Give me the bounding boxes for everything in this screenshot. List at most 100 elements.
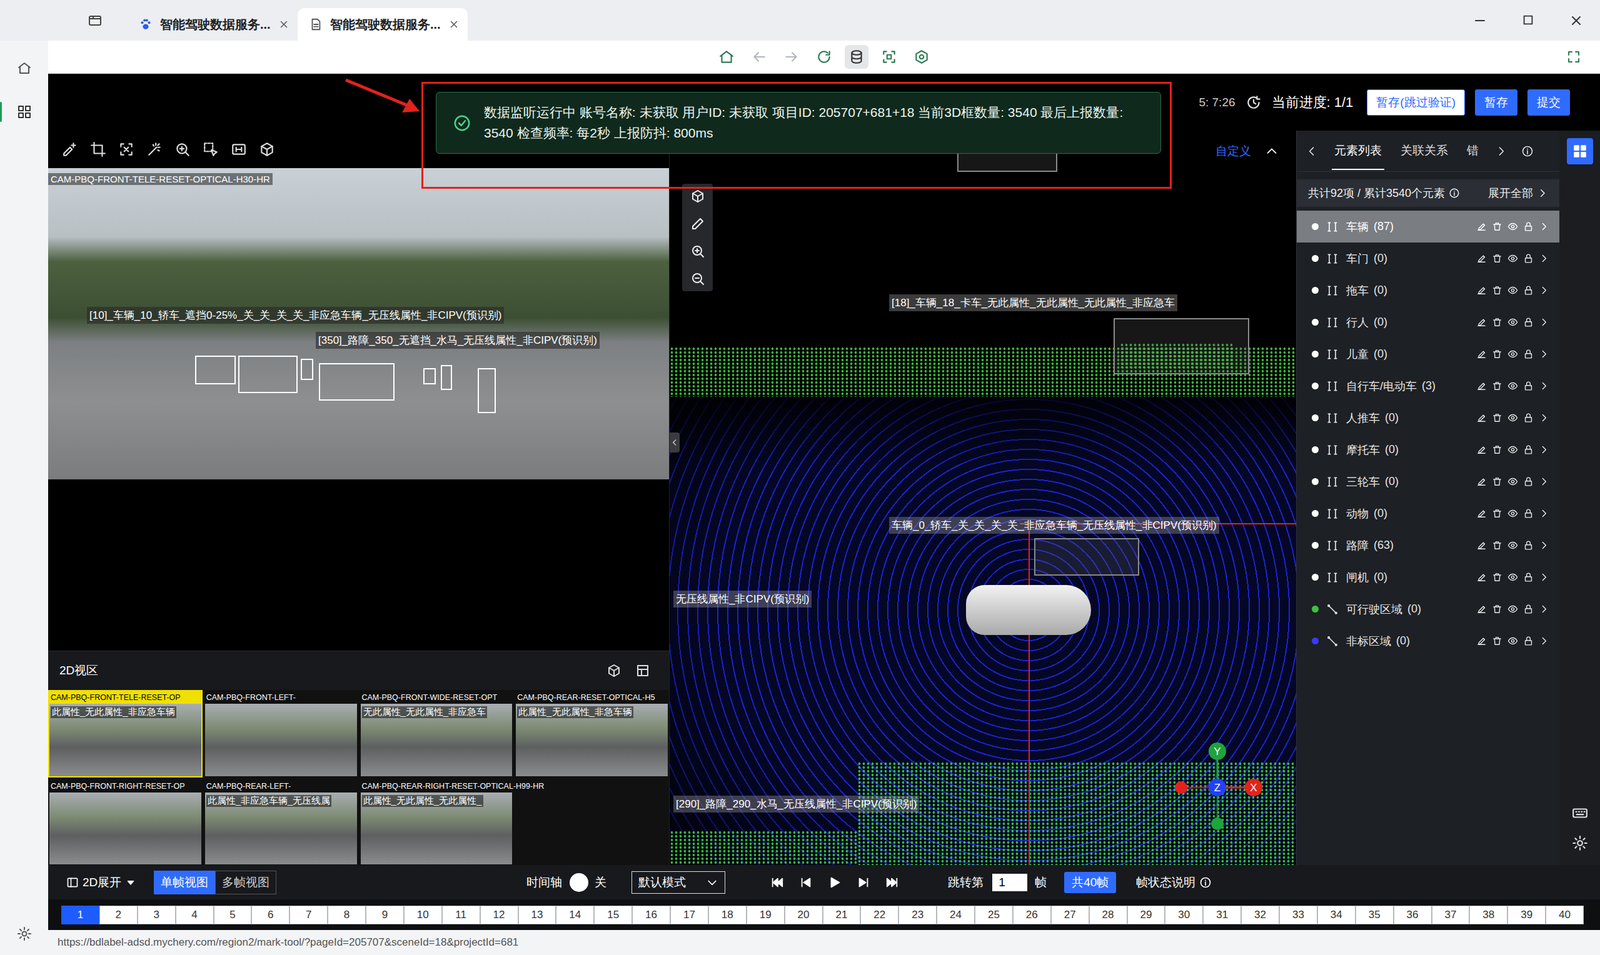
frame-cell[interactable]: 31 bbox=[1202, 905, 1242, 925]
frame-cell[interactable]: 8 bbox=[327, 905, 366, 925]
header-button[interactable]: 提交 bbox=[1527, 89, 1570, 116]
timeline-toggle[interactable] bbox=[569, 873, 589, 893]
camera-thumbnail[interactable]: CAM-PBQ-FRONT-TELE-RESET-OP 此属性_无此属性_非应急… bbox=[48, 690, 203, 778]
row-action[interactable] bbox=[1507, 476, 1519, 488]
row-action[interactable] bbox=[1538, 285, 1550, 296]
element-row[interactable]: 儿童 (0) bbox=[1296, 338, 1560, 371]
tool-button[interactable] bbox=[690, 243, 706, 259]
3d-box[interactable] bbox=[1034, 538, 1140, 576]
frame-cell[interactable]: 32 bbox=[1241, 905, 1280, 925]
row-action[interactable] bbox=[1523, 508, 1534, 519]
settings-button[interactable] bbox=[1571, 835, 1589, 852]
frame-cell[interactable]: 36 bbox=[1393, 905, 1432, 925]
frame-cell[interactable]: 17 bbox=[670, 905, 709, 925]
toolbar-button[interactable] bbox=[714, 45, 739, 69]
playback-button[interactable] bbox=[799, 875, 813, 890]
tab-close[interactable] bbox=[278, 18, 290, 31]
row-action[interactable] bbox=[1523, 316, 1534, 328]
3d-box[interactable] bbox=[1113, 318, 1250, 375]
row-action[interactable] bbox=[1491, 635, 1503, 647]
row-action[interactable] bbox=[1491, 476, 1503, 488]
row-action[interactable] bbox=[1538, 380, 1550, 392]
frame-cell[interactable]: 6 bbox=[251, 905, 290, 925]
frame-cell[interactable]: 4 bbox=[175, 905, 214, 925]
frame-cell[interactable]: 5 bbox=[213, 905, 252, 925]
minimize-button[interactable] bbox=[1472, 13, 1488, 29]
frame-cell[interactable]: 38 bbox=[1469, 905, 1508, 925]
row-action[interactable] bbox=[1538, 253, 1550, 264]
bounding-box[interactable] bbox=[300, 358, 314, 381]
expand-all[interactable]: 展开全部 bbox=[1488, 185, 1549, 201]
row-action[interactable] bbox=[1507, 572, 1519, 583]
frame-cell[interactable]: 35 bbox=[1355, 905, 1394, 925]
frame-cell[interactable]: 15 bbox=[593, 905, 633, 925]
tabs-prev[interactable] bbox=[1305, 145, 1319, 158]
playback-button[interactable] bbox=[856, 875, 871, 890]
shortcut-button[interactable] bbox=[1571, 805, 1589, 822]
row-action[interactable] bbox=[1523, 476, 1534, 488]
camera-image[interactable]: CAM-PBQ-FRONT-TELE-RESET-OPTICAL-H30-HR … bbox=[48, 168, 670, 480]
camera-thumbnail[interactable]: CAM-PBQ-REAR-RIGHT-RESET-OPTICAL-H99-HR … bbox=[359, 779, 514, 867]
row-action[interactable] bbox=[1523, 253, 1534, 264]
frame-input[interactable]: 1 bbox=[992, 874, 1028, 892]
row-action[interactable] bbox=[1476, 476, 1487, 488]
row-action[interactable] bbox=[1476, 316, 1487, 328]
sidebar-item[interactable] bbox=[14, 101, 35, 122]
tabs-next[interactable] bbox=[1494, 145, 1508, 158]
row-action[interactable] bbox=[1476, 540, 1487, 551]
row-action[interactable] bbox=[1507, 380, 1519, 392]
element-row[interactable]: 可行驶区域 (0) bbox=[1296, 593, 1560, 626]
row-action[interactable] bbox=[1507, 221, 1519, 232]
tool-button[interactable] bbox=[146, 141, 163, 158]
frame-cell[interactable]: 10 bbox=[403, 905, 443, 925]
frame-cell[interactable]: 28 bbox=[1089, 905, 1128, 925]
tool-button[interactable] bbox=[230, 141, 247, 158]
panel-tab[interactable]: 关联关系 bbox=[1398, 132, 1451, 171]
row-action[interactable] bbox=[1538, 412, 1550, 424]
row-action[interactable] bbox=[1523, 572, 1534, 583]
panel-tab[interactable]: 错 bbox=[1464, 132, 1482, 171]
tool-button[interactable] bbox=[202, 141, 219, 158]
bounding-box[interactable] bbox=[440, 365, 453, 391]
browser-tab[interactable]: 智能驾驶数据服务... bbox=[297, 8, 468, 41]
frame-cell[interactable]: 21 bbox=[822, 905, 861, 925]
row-action[interactable] bbox=[1491, 221, 1503, 232]
mode-select[interactable]: 默认模式 bbox=[631, 871, 726, 895]
toolbar-button[interactable] bbox=[779, 45, 804, 69]
row-action[interactable] bbox=[1538, 540, 1550, 551]
row-action[interactable] bbox=[1538, 572, 1550, 583]
tabs-button[interactable] bbox=[87, 13, 103, 29]
frame-cell[interactable]: 3 bbox=[137, 905, 176, 925]
bounding-box[interactable] bbox=[423, 368, 436, 385]
row-action[interactable] bbox=[1491, 540, 1503, 551]
playback-button[interactable] bbox=[770, 875, 785, 890]
close-button[interactable] bbox=[1568, 13, 1584, 29]
row-action[interactable] bbox=[1476, 380, 1487, 392]
row-action[interactable] bbox=[1538, 221, 1550, 232]
playback-button[interactable] bbox=[827, 875, 842, 890]
row-action[interactable] bbox=[1523, 603, 1534, 615]
view-button[interactable] bbox=[635, 663, 651, 679]
row-action[interactable] bbox=[1491, 380, 1503, 392]
row-action[interactable] bbox=[1523, 348, 1534, 360]
row-action[interactable] bbox=[1476, 635, 1487, 647]
row-action[interactable] bbox=[1491, 572, 1503, 583]
row-action[interactable] bbox=[1491, 285, 1503, 296]
row-action[interactable] bbox=[1507, 316, 1519, 328]
element-row[interactable]: 动物 (0) bbox=[1296, 497, 1560, 530]
sidebar-item[interactable] bbox=[14, 58, 35, 79]
row-action[interactable] bbox=[1523, 540, 1534, 551]
row-action[interactable] bbox=[1491, 603, 1503, 615]
row-action[interactable] bbox=[1538, 508, 1550, 519]
frame-cell[interactable]: 7 bbox=[289, 905, 328, 925]
camera-thumbnail[interactable]: CAM-PBQ-FRONT-RIGHT-RESET-OP bbox=[48, 779, 203, 867]
collapse-handle[interactable] bbox=[669, 432, 680, 453]
frame-cell[interactable]: 9 bbox=[365, 905, 404, 925]
row-action[interactable] bbox=[1476, 572, 1487, 583]
info-button[interactable] bbox=[1521, 145, 1534, 158]
frame-cell[interactable]: 40 bbox=[1545, 905, 1584, 925]
row-action[interactable] bbox=[1476, 444, 1487, 456]
row-action[interactable] bbox=[1538, 348, 1550, 360]
row-action[interactable] bbox=[1476, 348, 1487, 360]
row-action[interactable] bbox=[1507, 540, 1519, 551]
